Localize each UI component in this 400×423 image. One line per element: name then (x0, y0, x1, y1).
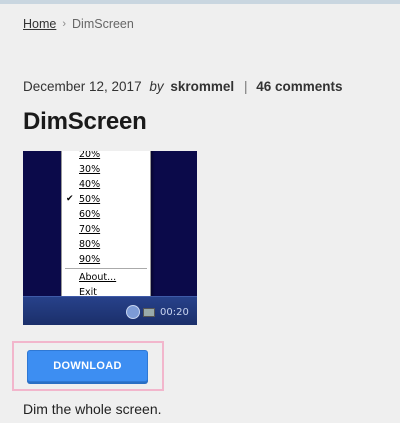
taskbar-clock: 00:20 (160, 307, 189, 318)
comments-link[interactable]: 46 comments (256, 79, 342, 94)
menu-item-60: 60% (79, 209, 101, 220)
taskbar: 00:20 (23, 296, 197, 325)
breadcrumb: Home › DimScreen (23, 17, 134, 31)
menu-item-30: 30% (79, 164, 101, 175)
menu-item-40: 40% (79, 179, 101, 190)
meta-divider: | (243, 79, 248, 94)
app-screenshot-image: 20% 30% 40% ✔ 50% 60% 70% 80% 90% About.… (23, 151, 197, 325)
menu-item-90: 90% (79, 254, 101, 265)
post-by-label: by (149, 79, 164, 94)
post-author-link[interactable]: skrommel (170, 79, 234, 94)
post-meta: December 12, 2017 by skrommel | 46 comme… (23, 79, 343, 94)
breadcrumb-current: DimScreen (72, 17, 134, 31)
post-description: Dim the whole screen. (23, 401, 162, 417)
download-button[interactable]: DOWNLOAD (27, 350, 148, 382)
tray-monitor-icon (143, 308, 155, 317)
breadcrumb-home-link[interactable]: Home (23, 17, 56, 31)
breadcrumb-separator-icon: › (62, 18, 67, 30)
menu-separator (65, 268, 147, 269)
menu-item-about: About... (79, 272, 117, 283)
menu-item-80: 80% (79, 239, 101, 250)
page-title: DimScreen (23, 108, 147, 135)
menu-item-70: 70% (79, 224, 101, 235)
post-date: December 12, 2017 (23, 79, 142, 94)
check-icon: ✔ (66, 194, 74, 204)
tray-globe-icon (126, 305, 140, 319)
top-strip (0, 0, 400, 4)
context-menu: 20% 30% 40% ✔ 50% 60% 70% 80% 90% About.… (61, 151, 151, 304)
menu-item-50: 50% (79, 194, 101, 205)
menu-item-20: 20% (79, 151, 101, 160)
